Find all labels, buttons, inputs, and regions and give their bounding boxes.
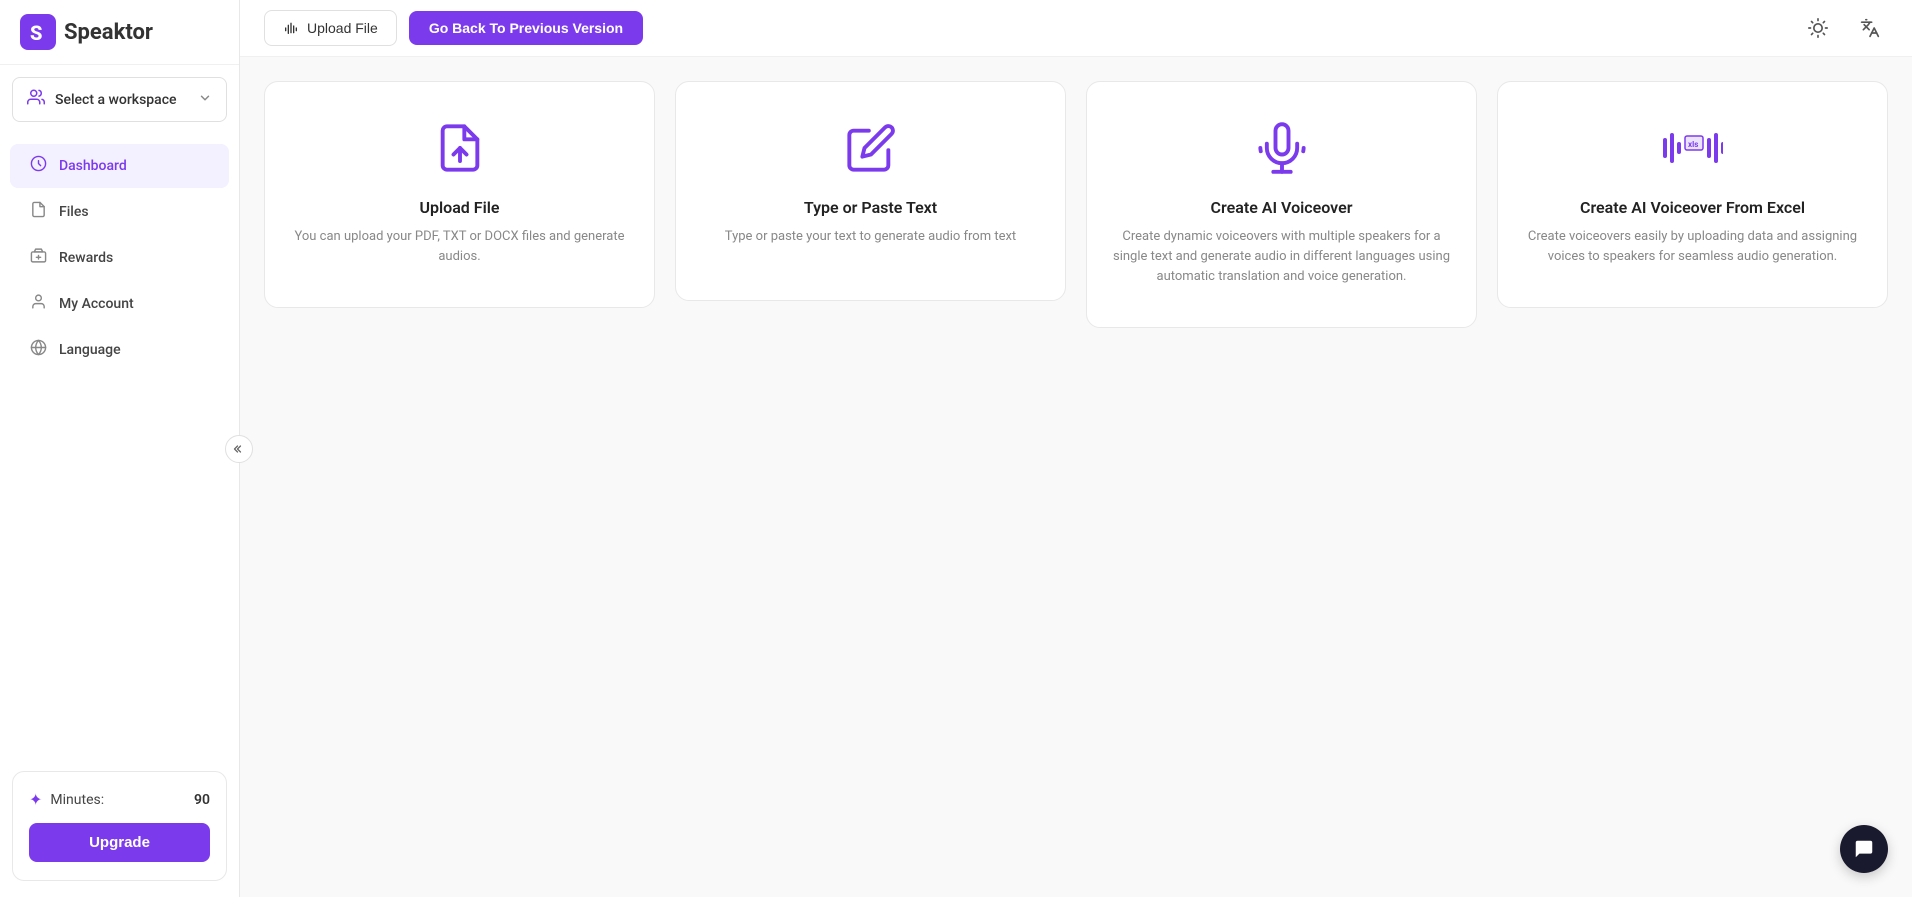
sidebar-item-label-account: My Account [59, 296, 134, 312]
ai-voiceover-card-icon [1256, 122, 1308, 178]
workspace-label: Select a workspace [55, 92, 188, 108]
svg-text:xls: xls [1688, 140, 1698, 149]
ai-voiceover-excel-card[interactable]: xls Create AI Voiceover From Excel Creat… [1497, 81, 1888, 308]
minutes-value: 90 [194, 792, 210, 808]
nav-menu: Dashboard Files Rewards [0, 134, 239, 755]
type-paste-card-desc: Type or paste your text to generate audi… [725, 227, 1016, 247]
sidebar-item-label-dashboard: Dashboard [59, 158, 127, 174]
app-name: Speaktor [64, 20, 153, 45]
sidebar-item-label-files: Files [59, 204, 89, 220]
sparkle-icon: ✦ [29, 790, 42, 809]
upload-file-card-icon [434, 122, 486, 178]
ai-voiceover-excel-card-desc: Create voiceovers easily by uploading da… [1522, 227, 1863, 267]
sidebar-item-label-language: Language [59, 342, 121, 358]
workspace-selector[interactable]: Select a workspace [12, 77, 227, 122]
account-icon [30, 293, 47, 315]
workspace-icon [27, 88, 45, 111]
type-paste-card[interactable]: Type or Paste Text Type or paste your te… [675, 81, 1066, 301]
type-paste-card-title: Type or Paste Text [804, 198, 937, 217]
ai-voiceover-card[interactable]: Create AI Voiceover Create dynamic voice… [1086, 81, 1477, 328]
translate-icon [1860, 18, 1880, 38]
minutes-card: ✦ Minutes: 90 Upgrade [12, 771, 227, 881]
top-bar: Upload File Go Back To Previous Version [240, 0, 1912, 57]
top-bar-left: Upload File Go Back To Previous Version [264, 10, 643, 46]
sidebar: S Speaktor Select a workspace [0, 0, 240, 897]
chevron-down-icon [198, 91, 212, 109]
minutes-label-area: ✦ Minutes: [29, 790, 104, 809]
previous-version-button[interactable]: Go Back To Previous Version [409, 11, 643, 45]
collapse-sidebar-button[interactable] [225, 435, 253, 463]
sound-wave-icon [283, 20, 299, 36]
logo-area: S Speaktor [0, 0, 239, 65]
cards-area: Upload File You can upload your PDF, TXT… [240, 57, 1912, 897]
files-icon [30, 201, 47, 223]
rewards-icon [30, 247, 47, 269]
ai-voiceover-excel-card-title: Create AI Voiceover From Excel [1580, 198, 1805, 217]
svg-text:S: S [30, 21, 42, 45]
upgrade-button[interactable]: Upgrade [29, 823, 210, 862]
sun-icon [1808, 18, 1828, 38]
upload-file-card-desc: You can upload your PDF, TXT or DOCX fil… [289, 227, 630, 267]
ai-voiceover-excel-card-icon: xls [1663, 122, 1723, 178]
upload-file-button[interactable]: Upload File [264, 10, 397, 46]
ai-voiceover-card-title: Create AI Voiceover [1211, 198, 1353, 217]
minutes-label: Minutes: [50, 792, 104, 808]
theme-toggle-button[interactable] [1800, 10, 1836, 46]
main-content: Upload File Go Back To Previous Version [240, 0, 1912, 897]
upload-file-label: Upload File [307, 20, 378, 36]
sidebar-item-language[interactable]: Language [10, 328, 229, 372]
speaktor-logo-icon: S [20, 14, 56, 50]
language-icon [30, 339, 47, 361]
chat-icon [1853, 838, 1875, 860]
ai-voiceover-card-desc: Create dynamic voiceovers with multiple … [1111, 227, 1452, 287]
sidebar-item-my-account[interactable]: My Account [10, 282, 229, 326]
dashboard-icon [30, 155, 47, 177]
upload-file-card-title: Upload File [419, 198, 499, 217]
type-paste-card-icon [845, 122, 897, 178]
sidebar-item-dashboard[interactable]: Dashboard [10, 144, 229, 188]
chat-support-button[interactable] [1840, 825, 1888, 873]
top-bar-right [1800, 10, 1888, 46]
minutes-row: ✦ Minutes: 90 [29, 790, 210, 809]
upload-file-card[interactable]: Upload File You can upload your PDF, TXT… [264, 81, 655, 308]
sidebar-item-label-rewards: Rewards [59, 250, 113, 266]
sidebar-item-rewards[interactable]: Rewards [10, 236, 229, 280]
language-translate-button[interactable] [1852, 10, 1888, 46]
sidebar-item-files[interactable]: Files [10, 190, 229, 234]
